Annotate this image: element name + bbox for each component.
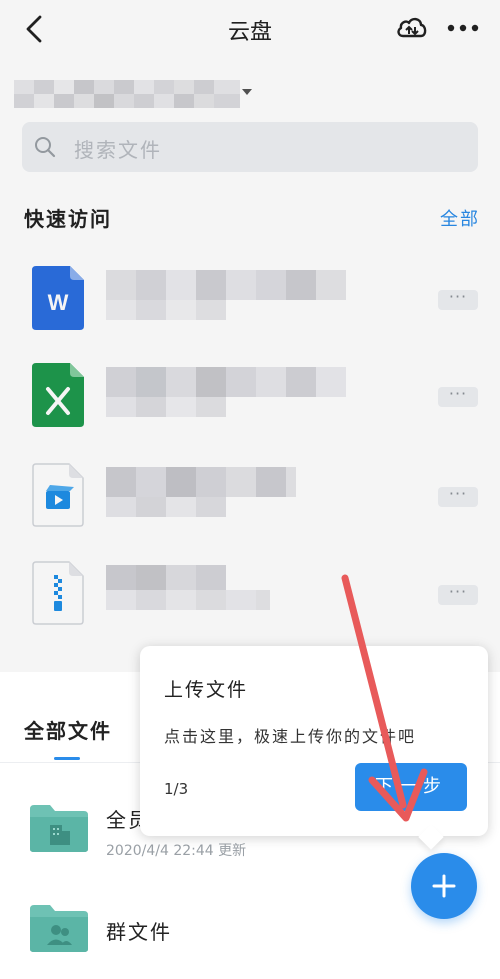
svg-text:Bai: Bai xyxy=(432,934,455,951)
search-placeholder: 搜索文件 xyxy=(74,138,162,162)
item-more-button[interactable]: ··· xyxy=(438,584,478,605)
account-name-blurred[interactable] xyxy=(14,80,240,108)
item-more-button[interactable]: ··· xyxy=(438,486,478,507)
word-doc-icon: W xyxy=(32,266,84,330)
svg-text:W: W xyxy=(48,290,69,315)
excel-sheet-icon xyxy=(32,363,84,427)
video-file-icon xyxy=(32,463,84,527)
caret-down-icon[interactable] xyxy=(240,86,254,98)
quick-access-item[interactable]: W ··· xyxy=(0,250,500,350)
more-icon[interactable] xyxy=(443,16,483,40)
folder-meta: 2020/4/4 22:44 更新 xyxy=(106,843,247,859)
next-step-button[interactable]: 下一步 xyxy=(355,763,467,811)
folder-people-icon xyxy=(30,905,88,952)
search-icon xyxy=(35,137,56,158)
quick-access-item[interactable]: ··· xyxy=(0,545,500,645)
tooltip-description: 点击这里，极速上传你的文件吧 xyxy=(164,727,417,746)
item-more-button[interactable]: ··· xyxy=(438,289,478,310)
file-name-blurred xyxy=(106,565,270,610)
tooltip-step-counter: 1/3 xyxy=(164,780,189,798)
tooltip-title: 上传文件 xyxy=(164,679,249,701)
folder-building-icon xyxy=(30,805,88,852)
quick-access-item[interactable]: ··· xyxy=(0,447,500,547)
item-more-button[interactable]: ··· xyxy=(438,386,478,407)
svg-text:经验: 经验 xyxy=(462,935,488,950)
tab-underline xyxy=(54,757,80,760)
file-name-blurred xyxy=(106,367,346,417)
folder-name: 群文件 xyxy=(106,920,172,944)
plus-icon xyxy=(432,874,456,898)
file-name-blurred xyxy=(106,270,346,320)
baidu-watermark-logo: Bai 经验 jingyan xyxy=(391,933,488,968)
zip-file-icon xyxy=(32,561,84,625)
file-name-blurred xyxy=(106,467,296,517)
cloud-transfer-icon[interactable] xyxy=(394,10,430,46)
upload-fab-button[interactable] xyxy=(411,853,477,919)
quick-access-title: 快速访问 xyxy=(24,207,112,231)
quick-access-all-link[interactable]: 全部 xyxy=(440,205,480,231)
svg-text:jingyan: jingyan xyxy=(423,956,459,968)
quick-access-item[interactable]: ··· xyxy=(0,347,500,447)
tab-all-files[interactable]: 全部文件 xyxy=(24,715,112,744)
